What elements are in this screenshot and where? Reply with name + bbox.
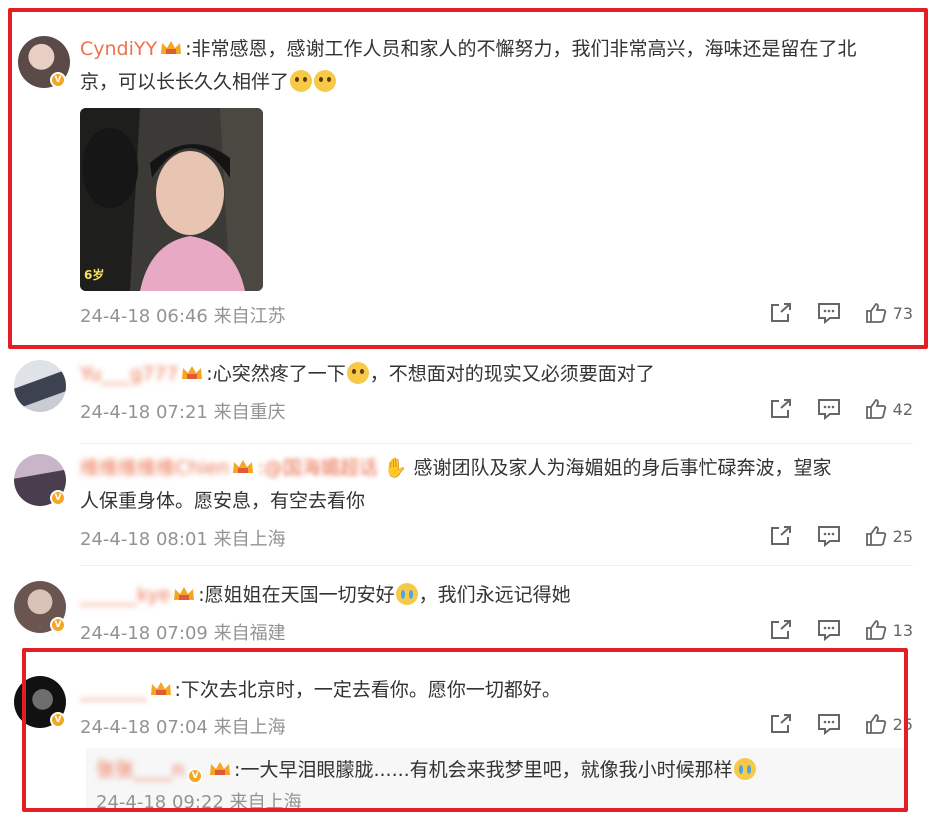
username-link[interactable]: 维维维维维Chien [80, 457, 229, 479]
comment-text: 维维维维维Chien:@国海媚超话 ✋ 感谢团队及家人为海媚姐的身后事忙碌奔波，… [80, 457, 832, 479]
comment-icon [818, 399, 840, 420]
location: 来自上海 [213, 529, 286, 550]
comment-item: V ______kye:愿姐姐在天国一切安好 ，我们永远记得她 24-4-18 0… [0, 575, 931, 645]
reply-button[interactable] [805, 617, 853, 643]
reply-button[interactable] [805, 523, 853, 549]
share-icon [771, 526, 791, 545]
comment-text: ______kye:愿姐姐在天国一切安好 ，我们永远记得她 [80, 583, 571, 606]
location: 来自重庆 [213, 402, 286, 423]
timestamp: 24-4-18 07:09 [80, 623, 208, 644]
highlight-box [8, 8, 928, 349]
comment-text: Yu___g777:心突然疼了一下 ，不想面对的现实又必须要面对了 [80, 362, 655, 385]
comment-icon [818, 620, 840, 641]
comment-meta: 24-4-18 07:09 来自福建 [80, 619, 286, 645]
divider [80, 443, 913, 444]
like-count: 42 [892, 399, 913, 419]
like-button[interactable]: 13 [853, 619, 913, 641]
share-button[interactable] [757, 617, 805, 643]
like-icon [865, 526, 886, 546]
reply-button[interactable] [805, 396, 853, 422]
crying-emoji-icon [395, 583, 418, 605]
like-icon [865, 620, 886, 640]
comment-meta: 24-4-18 07:21 来自重庆 [80, 398, 286, 424]
crown-icon [233, 460, 254, 473]
timestamp: 24-4-18 07:21 [80, 402, 208, 423]
comment-meta: 24-4-18 08:01 来自上海 [80, 525, 286, 551]
comment-icon [818, 526, 840, 547]
comment-actions: 25 [757, 523, 913, 549]
comment-actions: 42 [757, 396, 913, 422]
location: 来自福建 [213, 623, 286, 644]
like-button[interactable]: 25 [853, 525, 913, 547]
share-icon [771, 620, 791, 639]
timestamp: 24-4-18 08:01 [80, 529, 208, 550]
avatar[interactable] [14, 360, 66, 412]
eyeroll-emoji-icon [346, 362, 369, 384]
like-count: 13 [892, 620, 913, 640]
share-icon [771, 399, 791, 418]
like-button[interactable]: 42 [853, 398, 913, 420]
mention-link[interactable]: :@国海媚超话 [257, 457, 377, 479]
comment-item: V 维维维维维Chien:@国海媚超话 ✋ 感谢团队及家人为海媚姐的身后事忙碌奔… [0, 450, 931, 570]
like-count: 25 [892, 526, 913, 546]
share-button[interactable] [757, 523, 805, 549]
comment-item: Yu___g777:心突然疼了一下 ，不想面对的现实又必须要面对了 24-4-18… [0, 350, 931, 450]
highlight-box [22, 648, 908, 812]
share-button[interactable] [757, 396, 805, 422]
divider [80, 565, 913, 566]
crown-icon [182, 366, 203, 379]
like-icon [865, 399, 886, 419]
username-link[interactable]: Yu___g777 [80, 363, 178, 385]
username-link[interactable]: ______kye [80, 584, 170, 606]
verified-icon: V [50, 617, 66, 633]
crown-icon [174, 587, 195, 600]
comment-actions: 13 [757, 617, 913, 643]
verified-icon: V [50, 490, 66, 506]
comment-text-continued: 人保重身体。愿安息，有空去看你 [80, 490, 366, 512]
pray-emoji-icon: ✋ [377, 457, 408, 479]
